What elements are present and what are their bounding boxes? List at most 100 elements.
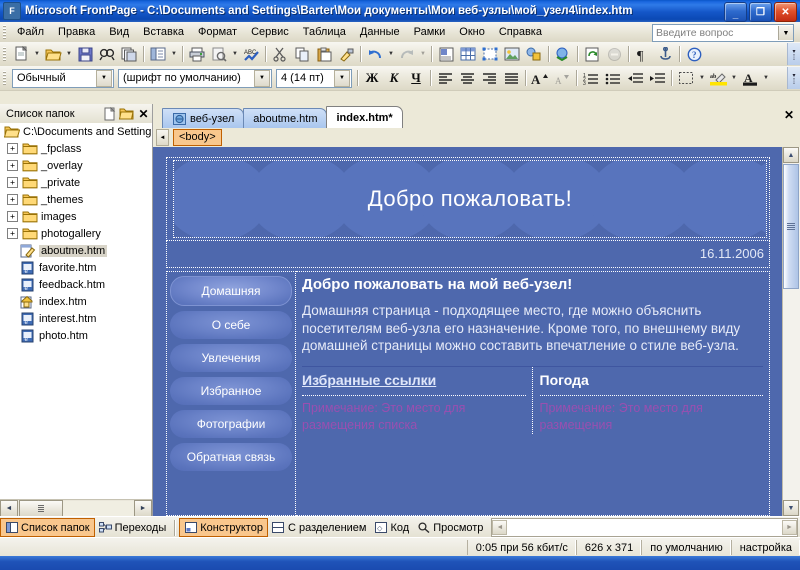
undo-dropdown[interactable]: ▼ (386, 44, 396, 65)
cut-icon[interactable] (269, 44, 291, 65)
scroll-up-button[interactable]: ▲ (783, 147, 799, 163)
expand-icon[interactable]: + (7, 228, 18, 239)
expand-icon[interactable]: + (7, 177, 18, 188)
style-combo[interactable]: Обычный ▼ (12, 69, 114, 88)
scroll-right-button[interactable]: ► (782, 520, 797, 535)
tab-website[interactable]: веб-узел (162, 108, 244, 128)
standard-toolbar-overflow-button[interactable]: ▾⁞ (787, 43, 800, 65)
horizontal-scrollbar[interactable]: ◄ ► (491, 518, 798, 537)
formatting-toolbar-overflow-button[interactable]: ▾⁞ (787, 67, 800, 89)
bold-button[interactable]: Ж (361, 68, 383, 89)
align-right-icon[interactable] (478, 68, 500, 89)
font-size-combo[interactable]: 4 (14 пт) ▼ (276, 69, 352, 88)
help-icon[interactable]: ? (683, 44, 705, 65)
insert-table-icon[interactable] (457, 44, 479, 65)
tree-item-private[interactable]: + _private (0, 174, 152, 191)
insert-layer-icon[interactable] (479, 44, 501, 65)
restore-button[interactable]: ❐ (749, 2, 772, 22)
hyperlink-icon[interactable] (552, 44, 574, 65)
redo-dropdown[interactable]: ▼ (418, 44, 428, 65)
paste-icon[interactable] (313, 44, 335, 65)
tree-item-interest[interactable]: e interest.htm (0, 310, 152, 327)
insert-picture-icon[interactable] (501, 44, 523, 65)
folder-pane-horizontal-scrollbar[interactable]: ◄ ► (0, 499, 152, 516)
quick-tag-body[interactable]: <body> (173, 129, 222, 146)
show-marks-icon[interactable]: ¶ (632, 44, 654, 65)
chevron-down-icon[interactable]: ▼ (778, 26, 793, 40)
menu-gripper[interactable] (3, 25, 6, 39)
decrease-font-icon[interactable]: A (551, 68, 573, 89)
borders-icon[interactable] (675, 68, 697, 89)
tree-item-favorite[interactable]: e favorite.htm (0, 259, 152, 276)
tree-root[interactable]: C:\Documents and Setting (0, 123, 152, 140)
menu-item-insert[interactable]: Вставка (136, 24, 191, 40)
nav-button-about[interactable]: О себе (170, 311, 292, 339)
drawing-icon[interactable] (523, 44, 545, 65)
expand-icon[interactable]: + (7, 194, 18, 205)
find-icon[interactable] (96, 44, 118, 65)
expand-icon[interactable]: + (7, 211, 18, 222)
publish-icon[interactable] (118, 44, 140, 65)
scroll-track[interactable] (63, 501, 134, 516)
ask-a-question-box[interactable]: Введите вопрос ▼ (652, 24, 794, 42)
scroll-thumb[interactable] (783, 164, 799, 289)
highlight-dropdown[interactable]: ▼ (729, 68, 739, 89)
expand-icon[interactable]: + (7, 143, 18, 154)
numbered-list-icon[interactable]: 123 (580, 68, 602, 89)
page-banner-region[interactable]: Добро пожаловать! (166, 157, 770, 241)
view-button-preview[interactable]: Просмотр (413, 519, 487, 536)
scroll-left-button[interactable]: ◄ (492, 520, 507, 535)
menu-item-table[interactable]: Таблица (296, 24, 353, 40)
nav-button-favorites[interactable]: Избранное (170, 377, 292, 405)
align-left-icon[interactable] (434, 68, 456, 89)
quick-tag-prev-button[interactable]: ◄ (156, 129, 169, 146)
chevron-down-icon[interactable]: ▼ (334, 70, 350, 87)
tree-item-photo[interactable]: e photo.htm (0, 327, 152, 344)
scroll-thumb[interactable] (19, 500, 63, 517)
save-icon[interactable] (74, 44, 96, 65)
highlight-icon[interactable]: ab (707, 68, 729, 89)
view-button-folder-list[interactable]: Список папок (0, 518, 95, 537)
view-button-code[interactable]: ◇ Код (370, 519, 413, 536)
tree-item-feedback[interactable]: e feedback.htm (0, 276, 152, 293)
canvas-vertical-scrollbar[interactable]: ▲ ▼ (782, 147, 800, 516)
align-center-icon[interactable] (456, 68, 478, 89)
bookmark-icon[interactable] (654, 44, 676, 65)
design-canvas[interactable]: Добро пожаловать! 16.11.2006 Домашняя О … (153, 147, 800, 516)
chevron-down-icon[interactable]: ▼ (96, 70, 112, 87)
new-page-icon[interactable] (101, 106, 118, 122)
menu-item-edit[interactable]: Правка (51, 24, 102, 40)
close-button[interactable]: ✕ (774, 2, 797, 22)
decrease-indent-icon[interactable] (624, 68, 646, 89)
bulleted-list-icon[interactable] (602, 68, 624, 89)
new-page-dropdown[interactable]: ▼ (32, 44, 42, 65)
undo-icon[interactable] (364, 44, 386, 65)
align-justify-icon[interactable] (500, 68, 522, 89)
font-color-dropdown[interactable]: ▼ (761, 68, 771, 89)
page-date-row[interactable]: 16.11.2006 (166, 240, 770, 268)
standard-toolbar-gripper[interactable] (3, 47, 6, 61)
scroll-right-button[interactable]: ► (134, 500, 152, 517)
close-icon[interactable]: ✕ (135, 106, 152, 122)
page-column-weather[interactable]: Погода Примечание: Это место для размеще… (533, 367, 764, 434)
open-dropdown[interactable]: ▼ (64, 44, 74, 65)
folder-tree[interactable]: C:\Documents and Setting + _fpclass + _o… (0, 123, 152, 500)
menu-item-frames[interactable]: Рамки (407, 24, 453, 40)
nav-button-interests[interactable]: Увлечения (170, 344, 292, 372)
formatting-toolbar-gripper[interactable] (3, 71, 6, 85)
font-color-icon[interactable]: A (739, 68, 761, 89)
underline-button[interactable]: Ч (405, 68, 427, 89)
stop-icon[interactable] (603, 44, 625, 65)
menu-item-tools[interactable]: Сервис (244, 24, 296, 40)
new-folder-icon[interactable] (118, 106, 135, 122)
redo-icon[interactable] (396, 44, 418, 65)
web-page-preview[interactable]: Добро пожаловать! 16.11.2006 Домашняя О … (153, 147, 783, 516)
tree-item-index[interactable]: index.htm (0, 293, 152, 310)
spelling-icon[interactable]: ABC (240, 44, 262, 65)
expand-icon[interactable]: + (7, 160, 18, 171)
tree-item-photogallery[interactable]: + photogallery (0, 225, 152, 242)
tree-item-fpclass[interactable]: + _fpclass (0, 140, 152, 157)
refresh-icon[interactable] (581, 44, 603, 65)
page-banner[interactable]: Добро пожаловать! (173, 160, 767, 238)
close-document-button[interactable]: ✕ (784, 108, 794, 122)
